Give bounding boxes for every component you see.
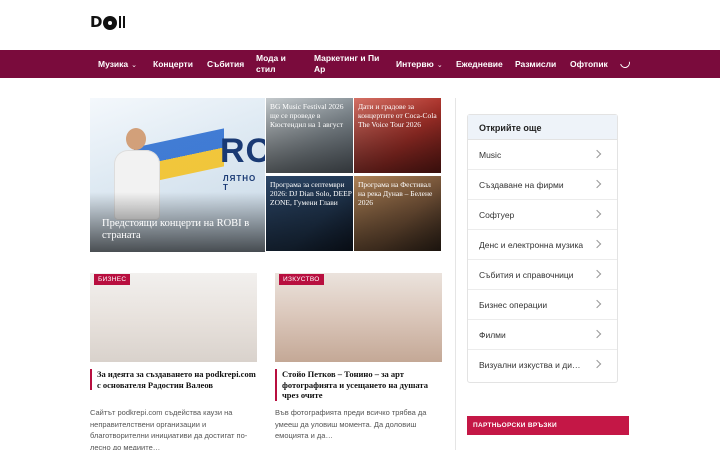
chevron-right-icon [592, 269, 602, 279]
chevron-right-icon [592, 149, 602, 159]
article-title[interactable]: Стойо Петков – Тонино – за арт фотографи… [275, 369, 442, 401]
featured-main-title[interactable]: Предстоящи концерти на ROBI в страната [102, 218, 252, 242]
poster-name: ROBI [220, 132, 265, 170]
nav-item-thoughts[interactable]: Размисли [515, 59, 556, 70]
featured-tile[interactable]: Програма на Фестивал на река Дунав – Бел… [354, 176, 441, 251]
article-title[interactable]: За идеята за създаването на podkrepi.com… [90, 369, 257, 390]
featured-tile[interactable]: BG Music Festival 2026 ще се проведе в К… [266, 98, 353, 173]
nav-item-marketing[interactable]: Маркетинг и Пи Ар [314, 53, 384, 75]
article-image[interactable] [275, 273, 442, 362]
chevron-right-icon [592, 179, 602, 189]
discover-item[interactable]: Филми [468, 320, 617, 350]
nav-item-concerts[interactable]: Концерти [153, 59, 193, 70]
chevron-right-icon [592, 239, 602, 249]
category-badge[interactable]: ИЗКУСТВО [279, 274, 324, 285]
main-nav: Музика ⌄ Концерти Събития Мода и стил Мар… [0, 50, 720, 78]
nav-item-fashion[interactable]: Мода и стил [256, 53, 296, 75]
chevron-right-icon [592, 299, 602, 309]
featured-tile-title: Програма на Фестивал на река Дунав – Бел… [358, 180, 433, 207]
logo-bars-icon [118, 16, 125, 28]
chevron-right-icon [592, 329, 602, 339]
chevron-right-icon [592, 359, 602, 369]
nav-item-daily[interactable]: Ежедневие [456, 59, 503, 70]
discover-item[interactable]: Денс и електронна музика [468, 230, 617, 260]
discover-more-widget: Открийте още Music Създаване на фирми Со… [467, 114, 618, 383]
discover-more-heading: Открийте още [468, 115, 617, 140]
discover-item[interactable]: Music [468, 140, 617, 170]
featured-tile-title: Дати и градове за концертите от Coca-Col… [358, 102, 437, 129]
nav-item-music[interactable]: Музика ⌄ [98, 59, 137, 71]
chevron-down-icon: ⌄ [131, 62, 138, 69]
discover-item[interactable]: Създаване на фирми [468, 170, 617, 200]
partner-links-heading: ПАРТНЬОРСКИ ВРЪЗКИ [467, 416, 629, 435]
featured-tile[interactable]: Програма за септември 2026: DJ Dian Solo… [266, 176, 353, 251]
discover-item[interactable]: Софтуер [468, 200, 617, 230]
discover-item[interactable]: Бизнес операции [468, 290, 617, 320]
featured-tile[interactable]: Дати и градове за концертите от Coca-Col… [354, 98, 441, 173]
sidebar-divider [455, 98, 456, 450]
nav-item-interview[interactable]: Интервю ⌄ [396, 59, 443, 71]
article-excerpt: Във фотографията преди всичко трябва да … [275, 408, 427, 440]
nav-item-events[interactable]: Събития [207, 59, 244, 70]
chevron-down-icon: ⌄ [436, 62, 443, 69]
moon-icon[interactable] [618, 56, 632, 70]
featured-tile-title: BG Music Festival 2026 ще се проведе в К… [270, 102, 344, 129]
discover-item[interactable]: Визуални изкуства и дизайн [468, 350, 617, 380]
poster-subtitle: ЛЯТНО Т [223, 174, 257, 192]
site-logo[interactable]: D [90, 12, 125, 32]
chevron-right-icon [592, 209, 602, 219]
category-badge[interactable]: БИЗНЕС [94, 274, 131, 285]
article-excerpt: Сайтът podkrepi.com съдейства каузи на н… [90, 408, 248, 450]
nav-item-offtopic[interactable]: Офтопик [570, 59, 608, 70]
discover-item[interactable]: Събития и справочници [468, 260, 617, 290]
site-header: D [0, 0, 720, 50]
vinyl-icon [102, 16, 117, 30]
featured-tile-title: Програма за септември 2026: DJ Dian Solo… [270, 180, 352, 207]
article-image[interactable] [90, 273, 257, 362]
